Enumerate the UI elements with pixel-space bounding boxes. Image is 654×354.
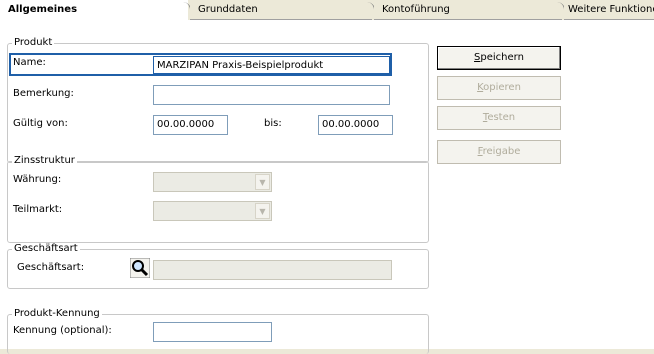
teilmarkt-select[interactable]: ▼ bbox=[153, 201, 272, 221]
button-label: peichern bbox=[480, 52, 524, 63]
magnifier-icon[interactable] bbox=[129, 257, 151, 279]
tab-label: Weitere Funktione bbox=[568, 4, 654, 15]
gueltig-von-input[interactable]: 00.00.0000 bbox=[153, 115, 228, 135]
group-legend: Produkt bbox=[12, 37, 55, 48]
chevron-down-icon: ▼ bbox=[255, 203, 270, 219]
kennung-label: Kennung (optional): bbox=[13, 325, 112, 336]
group-legend: Geschäftsart bbox=[12, 243, 80, 254]
geschaeftsart-label: Geschäftsart: bbox=[17, 262, 85, 273]
tab-allgemeines[interactable]: Allgemeines bbox=[0, 0, 188, 20]
tab-weitere-funktionen[interactable]: Weitere Funktione bbox=[564, 0, 654, 20]
kennung-input[interactable] bbox=[153, 322, 272, 342]
freigabe-button[interactable]: Freigabe bbox=[437, 140, 561, 164]
speichern-button[interactable]: Speichern bbox=[437, 46, 561, 70]
geschaeftsart-input bbox=[153, 260, 392, 280]
group-legend: Zinsstruktur bbox=[12, 155, 77, 166]
tab-label: Grunddaten bbox=[198, 4, 258, 15]
bemerkung-label: Bemerkung: bbox=[13, 88, 74, 99]
kopieren-button[interactable]: Kopieren bbox=[437, 76, 561, 100]
button-label: esten bbox=[487, 112, 516, 123]
chevron-down-icon: ▼ bbox=[255, 174, 270, 190]
tab-content-panel: Produkt Name: MARZIPAN Praxis-Beispielpr… bbox=[0, 20, 654, 354]
button-label: reigabe bbox=[482, 146, 521, 157]
teilmarkt-label: Teilmarkt: bbox=[13, 204, 63, 215]
tab-label: Allgemeines bbox=[8, 4, 78, 15]
gueltig-bis-input[interactable]: 00.00.0000 bbox=[318, 115, 393, 135]
tab-label: Kontoführung bbox=[382, 4, 450, 15]
bis-label: bis: bbox=[264, 118, 282, 129]
gueltig-von-label: Gültig von: bbox=[13, 118, 68, 129]
tab-grunddaten[interactable]: Grunddaten bbox=[190, 0, 372, 20]
bemerkung-input[interactable] bbox=[153, 85, 390, 105]
testen-button[interactable]: Testen bbox=[437, 106, 561, 130]
name-input[interactable]: MARZIPAN Praxis-Beispielprodukt bbox=[153, 56, 390, 74]
name-label: Name: bbox=[13, 57, 46, 68]
waehrung-label: Währung: bbox=[13, 174, 62, 185]
button-label: opieren bbox=[483, 82, 521, 93]
tab-kontofuehrung[interactable]: Kontoführung bbox=[374, 0, 562, 20]
group-legend: Produkt-Kennung bbox=[12, 308, 102, 319]
waehrung-select[interactable]: ▼ bbox=[153, 172, 272, 192]
